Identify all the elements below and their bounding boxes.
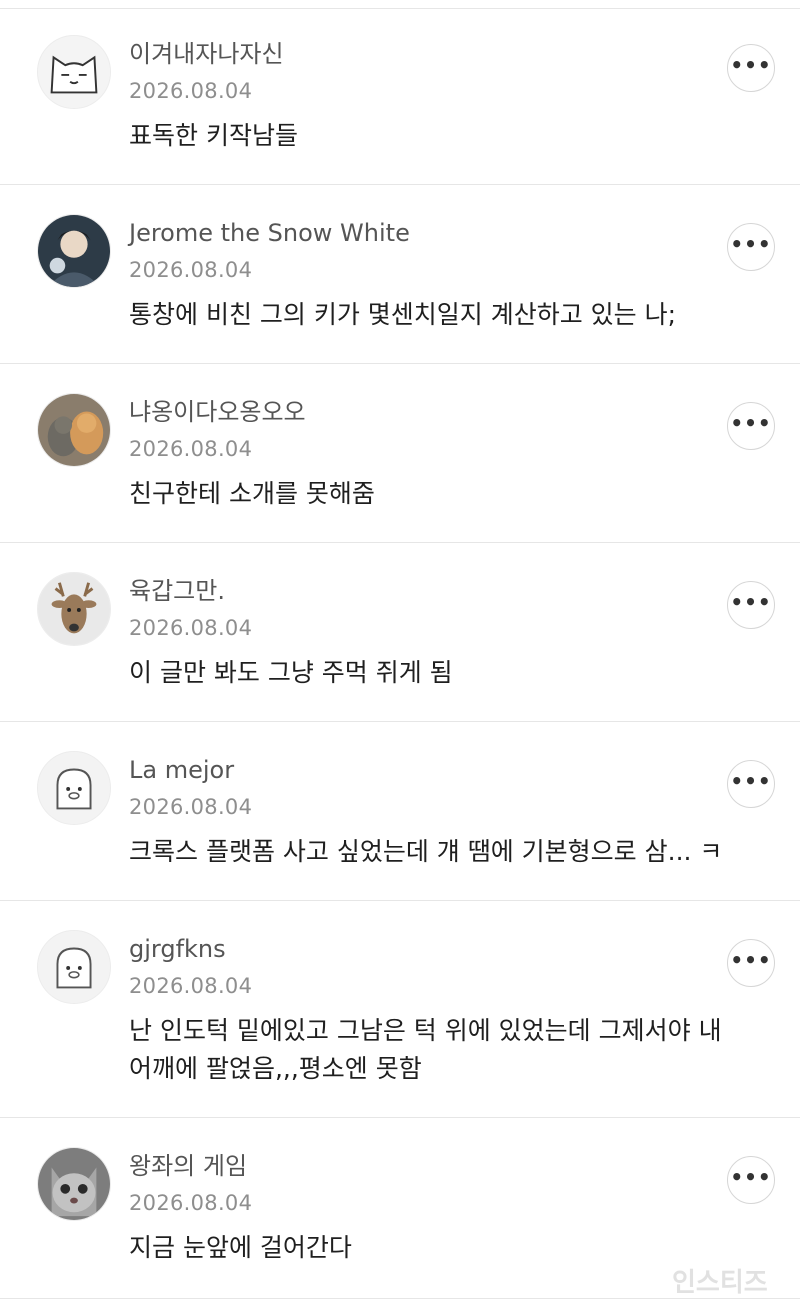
- comment-date: 2026.08.04: [129, 795, 253, 819]
- comment-date: 2026.08.04: [129, 616, 253, 640]
- comment-date: 2026.08.04: [129, 1191, 253, 1215]
- divider: [0, 184, 800, 185]
- divider: [0, 363, 800, 364]
- divider: [0, 542, 800, 543]
- comment-item: 이겨내자나자신 2026.08.04 표독한 키작남들 •••: [0, 9, 800, 185]
- comment-item: 냐옹이다오옹오오 2026.08.04 친구한테 소개를 못해줌 •••: [0, 367, 800, 543]
- divider: [0, 1117, 800, 1118]
- more-options-button[interactable]: •••: [727, 44, 775, 92]
- default-character-avatar-icon[interactable]: [37, 751, 111, 825]
- more-icon: •••: [730, 53, 772, 77]
- more-icon: •••: [730, 411, 772, 435]
- two-cats-avatar-icon[interactable]: [37, 393, 111, 467]
- more-icon: •••: [730, 232, 772, 256]
- more-options-button[interactable]: •••: [727, 939, 775, 987]
- comment-text: 친구한테 소개를 못해줌: [129, 479, 375, 508]
- more-icon: •••: [730, 769, 772, 793]
- comment-date: 2026.08.04: [129, 974, 253, 998]
- comment-author[interactable]: La mejor: [129, 755, 234, 785]
- comment-text: 난 인도턱 밑에있고 그남은 턱 위에 있었는데 그제서야 내 어깨에 팔얹음,…: [129, 1016, 722, 1083]
- gray-cat-avatar-icon[interactable]: [37, 1147, 111, 1221]
- more-options-button[interactable]: •••: [727, 402, 775, 450]
- comment-author[interactable]: gjrgfkns: [129, 934, 226, 964]
- more-options-button[interactable]: •••: [727, 223, 775, 271]
- more-icon: •••: [730, 948, 772, 972]
- comment-author[interactable]: 육갑그만.: [129, 576, 225, 606]
- more-icon: •••: [730, 590, 772, 614]
- comment-author[interactable]: 왕좌의 게임: [129, 1151, 247, 1181]
- comment-author[interactable]: 이겨내자나자신: [129, 39, 284, 69]
- comment-date: 2026.08.04: [129, 437, 253, 461]
- deer-avatar-icon[interactable]: [37, 572, 111, 646]
- comment-author[interactable]: 냐옹이다오옹오오: [129, 397, 306, 427]
- white-cat-avatar-icon[interactable]: [37, 35, 111, 109]
- comment-text: 크록스 플랫폼 사고 싶었는데 걔 땜에 기본형으로 삼... ㅋ: [129, 837, 723, 866]
- more-options-button[interactable]: •••: [727, 1156, 775, 1204]
- comment-text: 통창에 비친 그의 키가 몇센치일지 계산하고 있는 나;: [129, 300, 677, 329]
- comment-item: La mejor 2026.08.04 크록스 플랫폼 사고 싶었는데 걔 땜에…: [0, 725, 800, 901]
- divider: [0, 721, 800, 722]
- divider: [0, 900, 800, 901]
- comment-item: 육갑그만. 2026.08.04 이 글만 봐도 그냥 주먹 쥐게 됨 •••: [0, 546, 800, 722]
- comment-author[interactable]: Jerome the Snow White: [129, 218, 410, 248]
- comment-item: Jerome the Snow White 2026.08.04 통창에 비친 …: [0, 188, 800, 364]
- comment-date: 2026.08.04: [129, 258, 253, 282]
- comment-item: gjrgfkns 2026.08.04 난 인도턱 밑에있고 그남은 턱 위에 …: [0, 904, 800, 1118]
- default-character-avatar-icon[interactable]: [37, 930, 111, 1004]
- more-icon: •••: [730, 1165, 772, 1189]
- anime-man-avatar-icon[interactable]: [37, 214, 111, 288]
- watermark: 인스티즈: [672, 1268, 768, 1298]
- comment-text: 표독한 키작남들: [129, 121, 298, 150]
- comment-date: 2026.08.04: [129, 79, 253, 103]
- comment-text: 이 글만 봐도 그냥 주먹 쥐게 됨: [129, 658, 453, 687]
- more-options-button[interactable]: •••: [727, 581, 775, 629]
- more-options-button[interactable]: •••: [727, 760, 775, 808]
